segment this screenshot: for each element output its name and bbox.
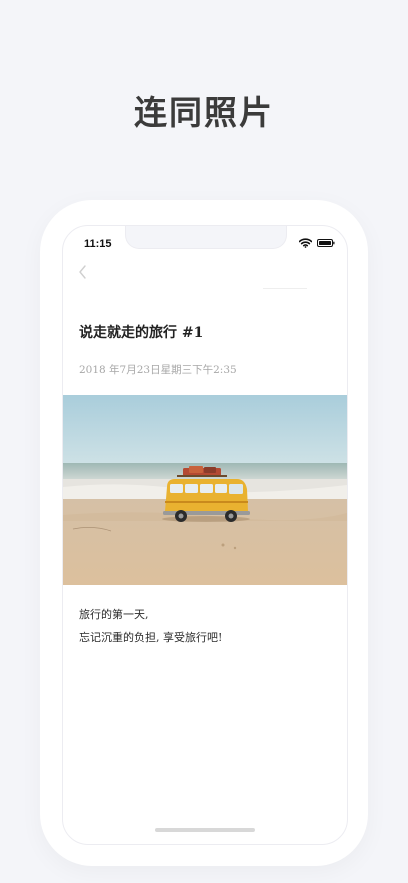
post-title: 说走就走的旅行 #1 <box>79 325 204 341</box>
phone-notch <box>125 226 287 249</box>
phone-screen: 11:15 说走就走的旅行 #1 2018 年7月23日星期三下午2:35 旅行… <box>62 225 348 845</box>
post-body-line-1: 旅行的第一天, <box>79 608 149 621</box>
promo-headline: 连同照片 <box>134 93 274 132</box>
home-indicator[interactable] <box>155 828 255 832</box>
chevron-left-icon[interactable] <box>77 264 89 280</box>
post-photo <box>63 395 347 585</box>
wifi-icon <box>299 238 312 248</box>
post-body: 旅行的第一天, 忘记沉重的负担, 享受旅行吧! <box>79 603 222 649</box>
post-date: 2018 年7月23日星期三下午2:35 <box>79 364 237 376</box>
status-time: 11:15 <box>84 238 112 250</box>
post-body-line-2: 忘记沉重的负担, 享受旅行吧! <box>79 631 223 644</box>
battery-icon <box>317 239 335 247</box>
nav-divider <box>263 288 307 289</box>
